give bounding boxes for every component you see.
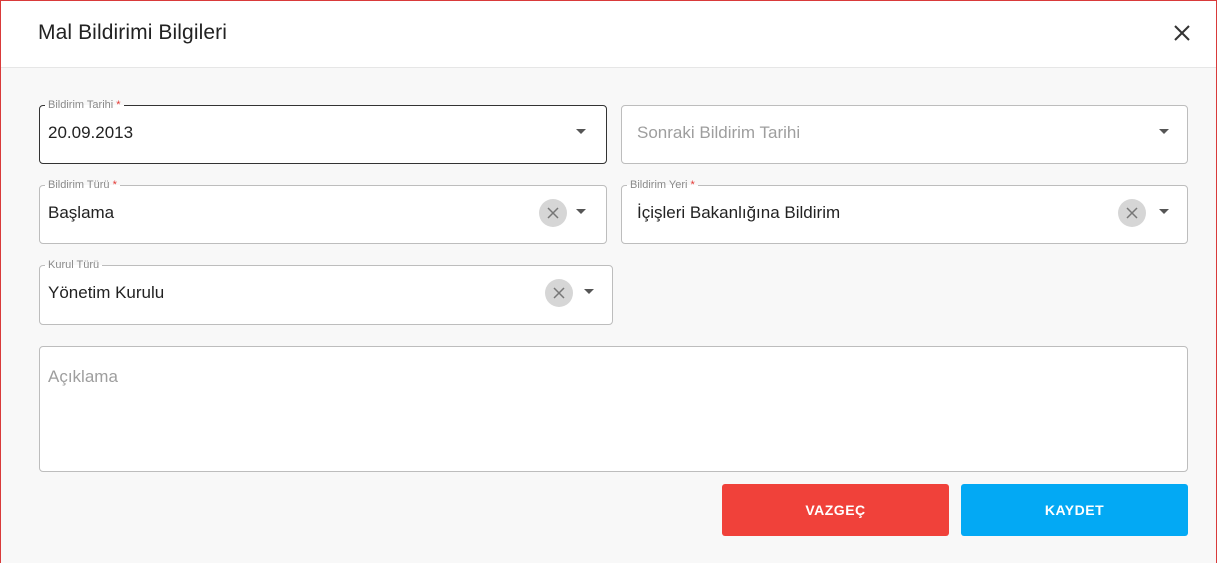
- clear-icon[interactable]: [545, 279, 573, 307]
- chevron-down-icon[interactable]: [576, 129, 586, 134]
- save-button[interactable]: KAYDET: [961, 484, 1188, 536]
- bildirim-yeri-value: İçişleri Bakanlığına Bildirim: [637, 203, 841, 222]
- chevron-down-icon[interactable]: [576, 209, 586, 214]
- bildirim-turu-label: Bildirim Türü *: [45, 178, 120, 192]
- dialog-header: Mal Bildirimi Bilgileri: [1, 1, 1216, 68]
- sonraki-bildirim-tarihi-placeholder: Sonraki Bildirim Tarihi: [637, 123, 801, 142]
- chevron-down-icon[interactable]: [584, 289, 594, 294]
- bildirim-turu-field[interactable]: Bildirim Türü * Başlama: [39, 178, 607, 244]
- required-mark: *: [690, 179, 695, 191]
- required-mark: *: [116, 99, 121, 111]
- bildirim-tarihi-value: 20.09.2013: [48, 123, 134, 142]
- bildirim-turu-value: Başlama: [48, 203, 115, 222]
- close-icon[interactable]: [1172, 23, 1192, 43]
- clear-icon[interactable]: [539, 199, 567, 227]
- dialog-title: Mal Bildirimi Bilgileri: [38, 21, 227, 44]
- chevron-down-icon[interactable]: [1159, 129, 1169, 134]
- required-mark: *: [112, 179, 117, 191]
- kurul-turu-value: Yönetim Kurulu: [48, 283, 165, 302]
- kurul-turu-label: Kurul Türü: [45, 258, 103, 272]
- bildirim-tarihi-label: Bildirim Tarihi *: [45, 98, 124, 112]
- aciklama-textarea[interactable]: Açıklama: [39, 346, 1188, 472]
- bildirim-yeri-field[interactable]: Bildirim Yeri * İçişleri Bakanlığına Bil…: [621, 178, 1188, 244]
- cancel-button[interactable]: VAZGEÇ: [722, 484, 949, 536]
- clear-icon[interactable]: [1118, 199, 1146, 227]
- bildirim-tarihi-field[interactable]: Bildirim Tarihi * 20.09.2013: [39, 98, 607, 164]
- bildirim-yeri-label: Bildirim Yeri *: [627, 178, 698, 192]
- dialog: Mal Bildirimi Bilgileri Bildirim Tarihi …: [0, 0, 1217, 563]
- chevron-down-icon[interactable]: [1159, 209, 1169, 214]
- aciklama-placeholder: Açıklama: [48, 367, 118, 386]
- kurul-turu-field[interactable]: Kurul Türü Yönetim Kurulu: [39, 258, 613, 325]
- sonraki-bildirim-tarihi-field[interactable]: Sonraki Bildirim Tarihi: [621, 105, 1188, 164]
